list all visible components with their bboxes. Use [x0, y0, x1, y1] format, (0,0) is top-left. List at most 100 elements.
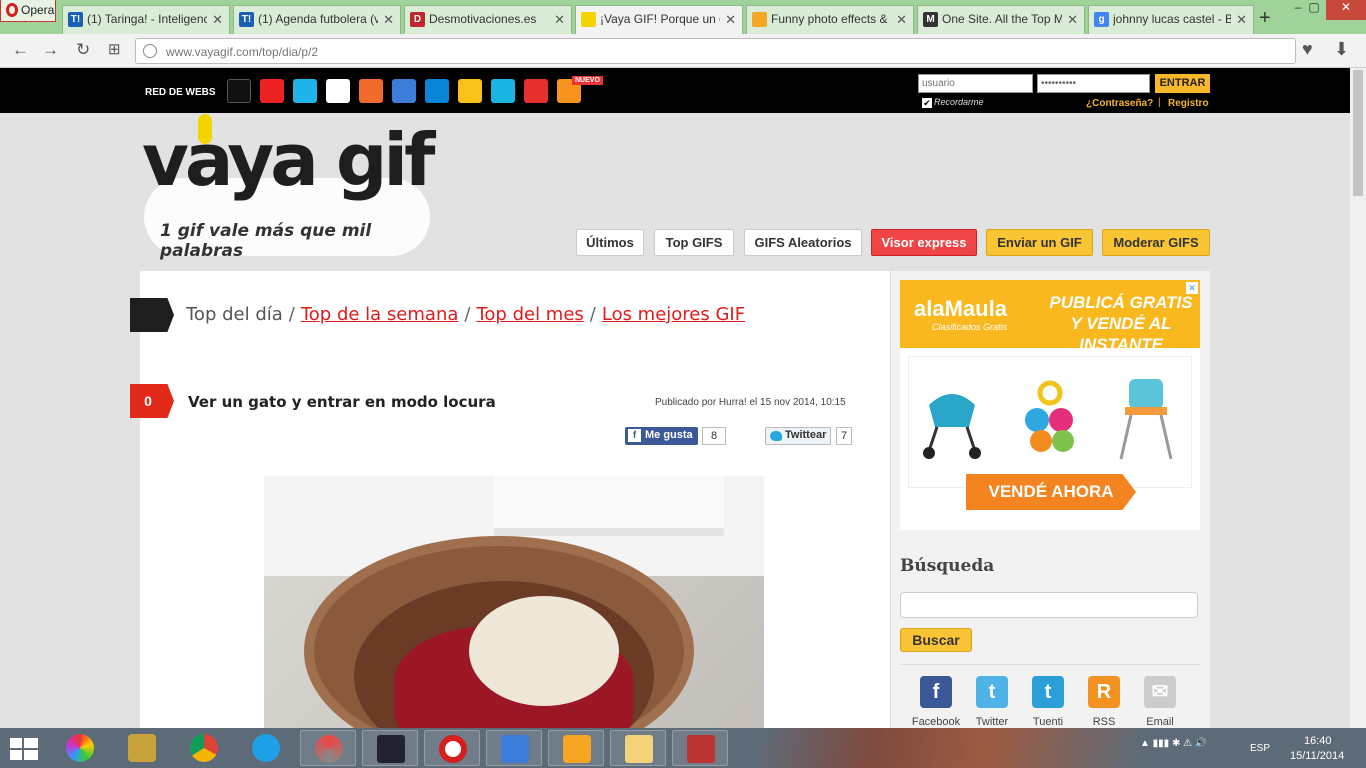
- nav-random-button[interactable]: GIFS Aleatorios: [744, 229, 862, 256]
- language-indicator[interactable]: ESP: [1250, 743, 1270, 754]
- tab-best-gifs[interactable]: Los mejores GIF: [602, 304, 745, 325]
- reload-icon[interactable]: ↻: [76, 40, 90, 60]
- close-tab-icon[interactable]: ✕: [554, 12, 565, 28]
- vote-score-badge[interactable]: 0: [130, 384, 174, 418]
- screen-site-icon[interactable]: [425, 79, 449, 103]
- search-button[interactable]: Buscar: [900, 628, 972, 652]
- network-label: RED DE WEBS: [145, 87, 216, 98]
- browser-tab[interactable]: M One Site. All the Top Me ✕: [917, 5, 1085, 34]
- social-email[interactable]: ✉ Email: [1130, 676, 1190, 728]
- tab-top-week[interactable]: Top de la semana: [301, 304, 459, 325]
- gif-image[interactable]: [264, 476, 764, 728]
- speed-dial-grid-icon[interactable]: ⊞: [108, 40, 121, 58]
- gamepad-site-icon[interactable]: [524, 79, 548, 103]
- clock-time[interactable]: 16:40: [1304, 735, 1332, 747]
- tab-top-day[interactable]: Top del día: [186, 304, 283, 325]
- maximize-icon[interactable]: ▢: [1300, 0, 1328, 20]
- facebook-icon: f: [920, 676, 952, 708]
- nav-express-button[interactable]: Visor express: [871, 229, 977, 256]
- close-tab-icon[interactable]: ✕: [896, 12, 907, 28]
- web-page: RED DE WEBS NUEVO ENTRAR ✔Recordarme ¿Co…: [0, 68, 1350, 728]
- social-facebook[interactable]: f Facebook: [906, 676, 966, 728]
- close-window-icon[interactable]: ✕: [1326, 0, 1366, 20]
- browser-tab[interactable]: T! (1) Taringa! - Inteligencia ✕: [62, 5, 230, 34]
- banana-site-icon[interactable]: [326, 79, 350, 103]
- social-tuenti[interactable]: t Tuenti: [1018, 676, 1078, 728]
- ad-close-icon[interactable]: ✕: [1186, 282, 1198, 294]
- like-count: 8: [702, 427, 726, 445]
- forward-arrow-icon[interactable]: →: [42, 40, 59, 60]
- close-tab-icon[interactable]: ✕: [1067, 12, 1078, 28]
- scrollbar-thumb[interactable]: [1353, 70, 1363, 196]
- site-logo[interactable]: vaya gif 1 gif vale más que mil palabras: [140, 114, 440, 263]
- image-viewer-app-icon[interactable]: [672, 730, 728, 766]
- winamp-app-icon[interactable]: [114, 730, 170, 766]
- search-input[interactable]: [900, 592, 1198, 618]
- vertical-scrollbar[interactable]: [1350, 68, 1366, 728]
- nav-latest-button[interactable]: Últimos: [576, 229, 644, 256]
- tweet-button[interactable]: Twittear: [765, 427, 832, 445]
- browser-tab[interactable]: T! (1) Agenda futbolera (vie ✕: [233, 5, 401, 34]
- close-tab-icon[interactable]: ✕: [725, 12, 736, 28]
- bookmark-heart-icon[interactable]: ♥: [1302, 39, 1313, 60]
- new-tab-plus-icon[interactable]: +: [1259, 7, 1271, 30]
- meme-site-icon[interactable]: [392, 79, 416, 103]
- tab-title: johnny lucas castel - Bus: [1113, 12, 1231, 26]
- browser-tab[interactable]: g johnny lucas castel - Bus ✕: [1088, 5, 1254, 34]
- post-meta: Publicado por Hurra! el 15 nov 2014, 10:…: [655, 397, 846, 408]
- m-site-icon[interactable]: [491, 79, 515, 103]
- windows-start-icon[interactable]: [10, 738, 38, 760]
- back-arrow-icon[interactable]: ←: [12, 40, 29, 60]
- tab-separator: /: [288, 304, 295, 325]
- pinwheel-app-icon[interactable]: [52, 730, 108, 766]
- video-player-app-icon[interactable]: [548, 730, 604, 766]
- nav-submit-button[interactable]: Enviar un GIF: [986, 229, 1093, 256]
- tab-top-month[interactable]: Top del mes: [476, 304, 583, 325]
- download-icon[interactable]: ⬇: [1334, 39, 1349, 60]
- opera-app-icon[interactable]: [424, 730, 480, 766]
- social-rss[interactable]: R RSS: [1074, 676, 1134, 728]
- nav-top-button[interactable]: Top GIFS: [654, 229, 734, 256]
- top-period-tabs: Top del día / Top de la semana / Top del mes…: [186, 304, 745, 325]
- remember-me-checkbox[interactable]: ✔ Recordarme: [922, 97, 984, 108]
- calendar-site-icon[interactable]: [260, 79, 284, 103]
- media-app-icon[interactable]: [300, 730, 356, 766]
- close-tab-icon[interactable]: ✕: [1236, 12, 1247, 28]
- nav-moderate-button[interactable]: Moderar GIFS: [1102, 229, 1210, 256]
- paint-app-icon[interactable]: [486, 730, 542, 766]
- ad-cta-button[interactable]: VENDÉ AHORA: [966, 474, 1136, 510]
- advertisement[interactable]: alaMaula Clasificados Gratis PUBLICÁ GRA…: [900, 280, 1200, 530]
- browser-tab[interactable]: D Desmotivaciones.es ✕: [404, 5, 572, 34]
- gif-cabinet-door: [494, 476, 724, 536]
- username-input[interactable]: [918, 74, 1033, 93]
- internet-explorer-app-icon[interactable]: [238, 730, 294, 766]
- close-tab-icon[interactable]: ✕: [383, 12, 394, 28]
- browser-tab-active[interactable]: ¡Vaya GIF! Porque un gif ✕: [575, 5, 743, 34]
- file-explorer-app-icon[interactable]: [610, 730, 666, 766]
- social-twitter[interactable]: t Twitter: [962, 676, 1022, 728]
- facebook-like-button[interactable]: f Me gusta: [625, 427, 698, 445]
- password-input[interactable]: [1037, 74, 1150, 93]
- login-button[interactable]: ENTRAR: [1155, 74, 1210, 93]
- ad-brand: alaMaula: [914, 296, 1007, 321]
- asco-site-icon[interactable]: [227, 79, 251, 103]
- teether-icon: [1025, 380, 1074, 452]
- site-network-bar: RED DE WEBS NUEVO ENTRAR ✔Recordarme ¿Co…: [0, 68, 1350, 113]
- address-bar[interactable]: www.vayagif.com/top/dia/p/2: [135, 38, 1296, 64]
- banana-favicon-icon: [581, 12, 596, 27]
- photo-editor-app-icon[interactable]: [362, 730, 418, 766]
- register-link[interactable]: Registro: [1168, 98, 1209, 109]
- forgot-password-link[interactable]: ¿Contraseña?: [1086, 98, 1153, 109]
- close-tab-icon[interactable]: ✕: [212, 12, 223, 28]
- vk-site-icon[interactable]: [293, 79, 317, 103]
- opera-menu-button[interactable]: Opera: [0, 0, 56, 22]
- clock-date[interactable]: 15/11/2014: [1290, 750, 1344, 762]
- browser-tab[interactable]: Funny photo effects & fr ✕: [746, 5, 914, 34]
- tab-title: (1) Taringa! - Inteligencia: [87, 12, 207, 26]
- post-title[interactable]: Ver un gato y entrar en modo locura: [188, 393, 496, 411]
- photo-site-icon[interactable]: [359, 79, 383, 103]
- chrome-app-icon[interactable]: [176, 730, 232, 766]
- system-tray-icons[interactable]: ▲ ▮▮▮ ✱ ⚠ 🔊: [1140, 738, 1207, 749]
- like-label: Me gusta: [645, 429, 693, 441]
- animal-site-icon[interactable]: [458, 79, 482, 103]
